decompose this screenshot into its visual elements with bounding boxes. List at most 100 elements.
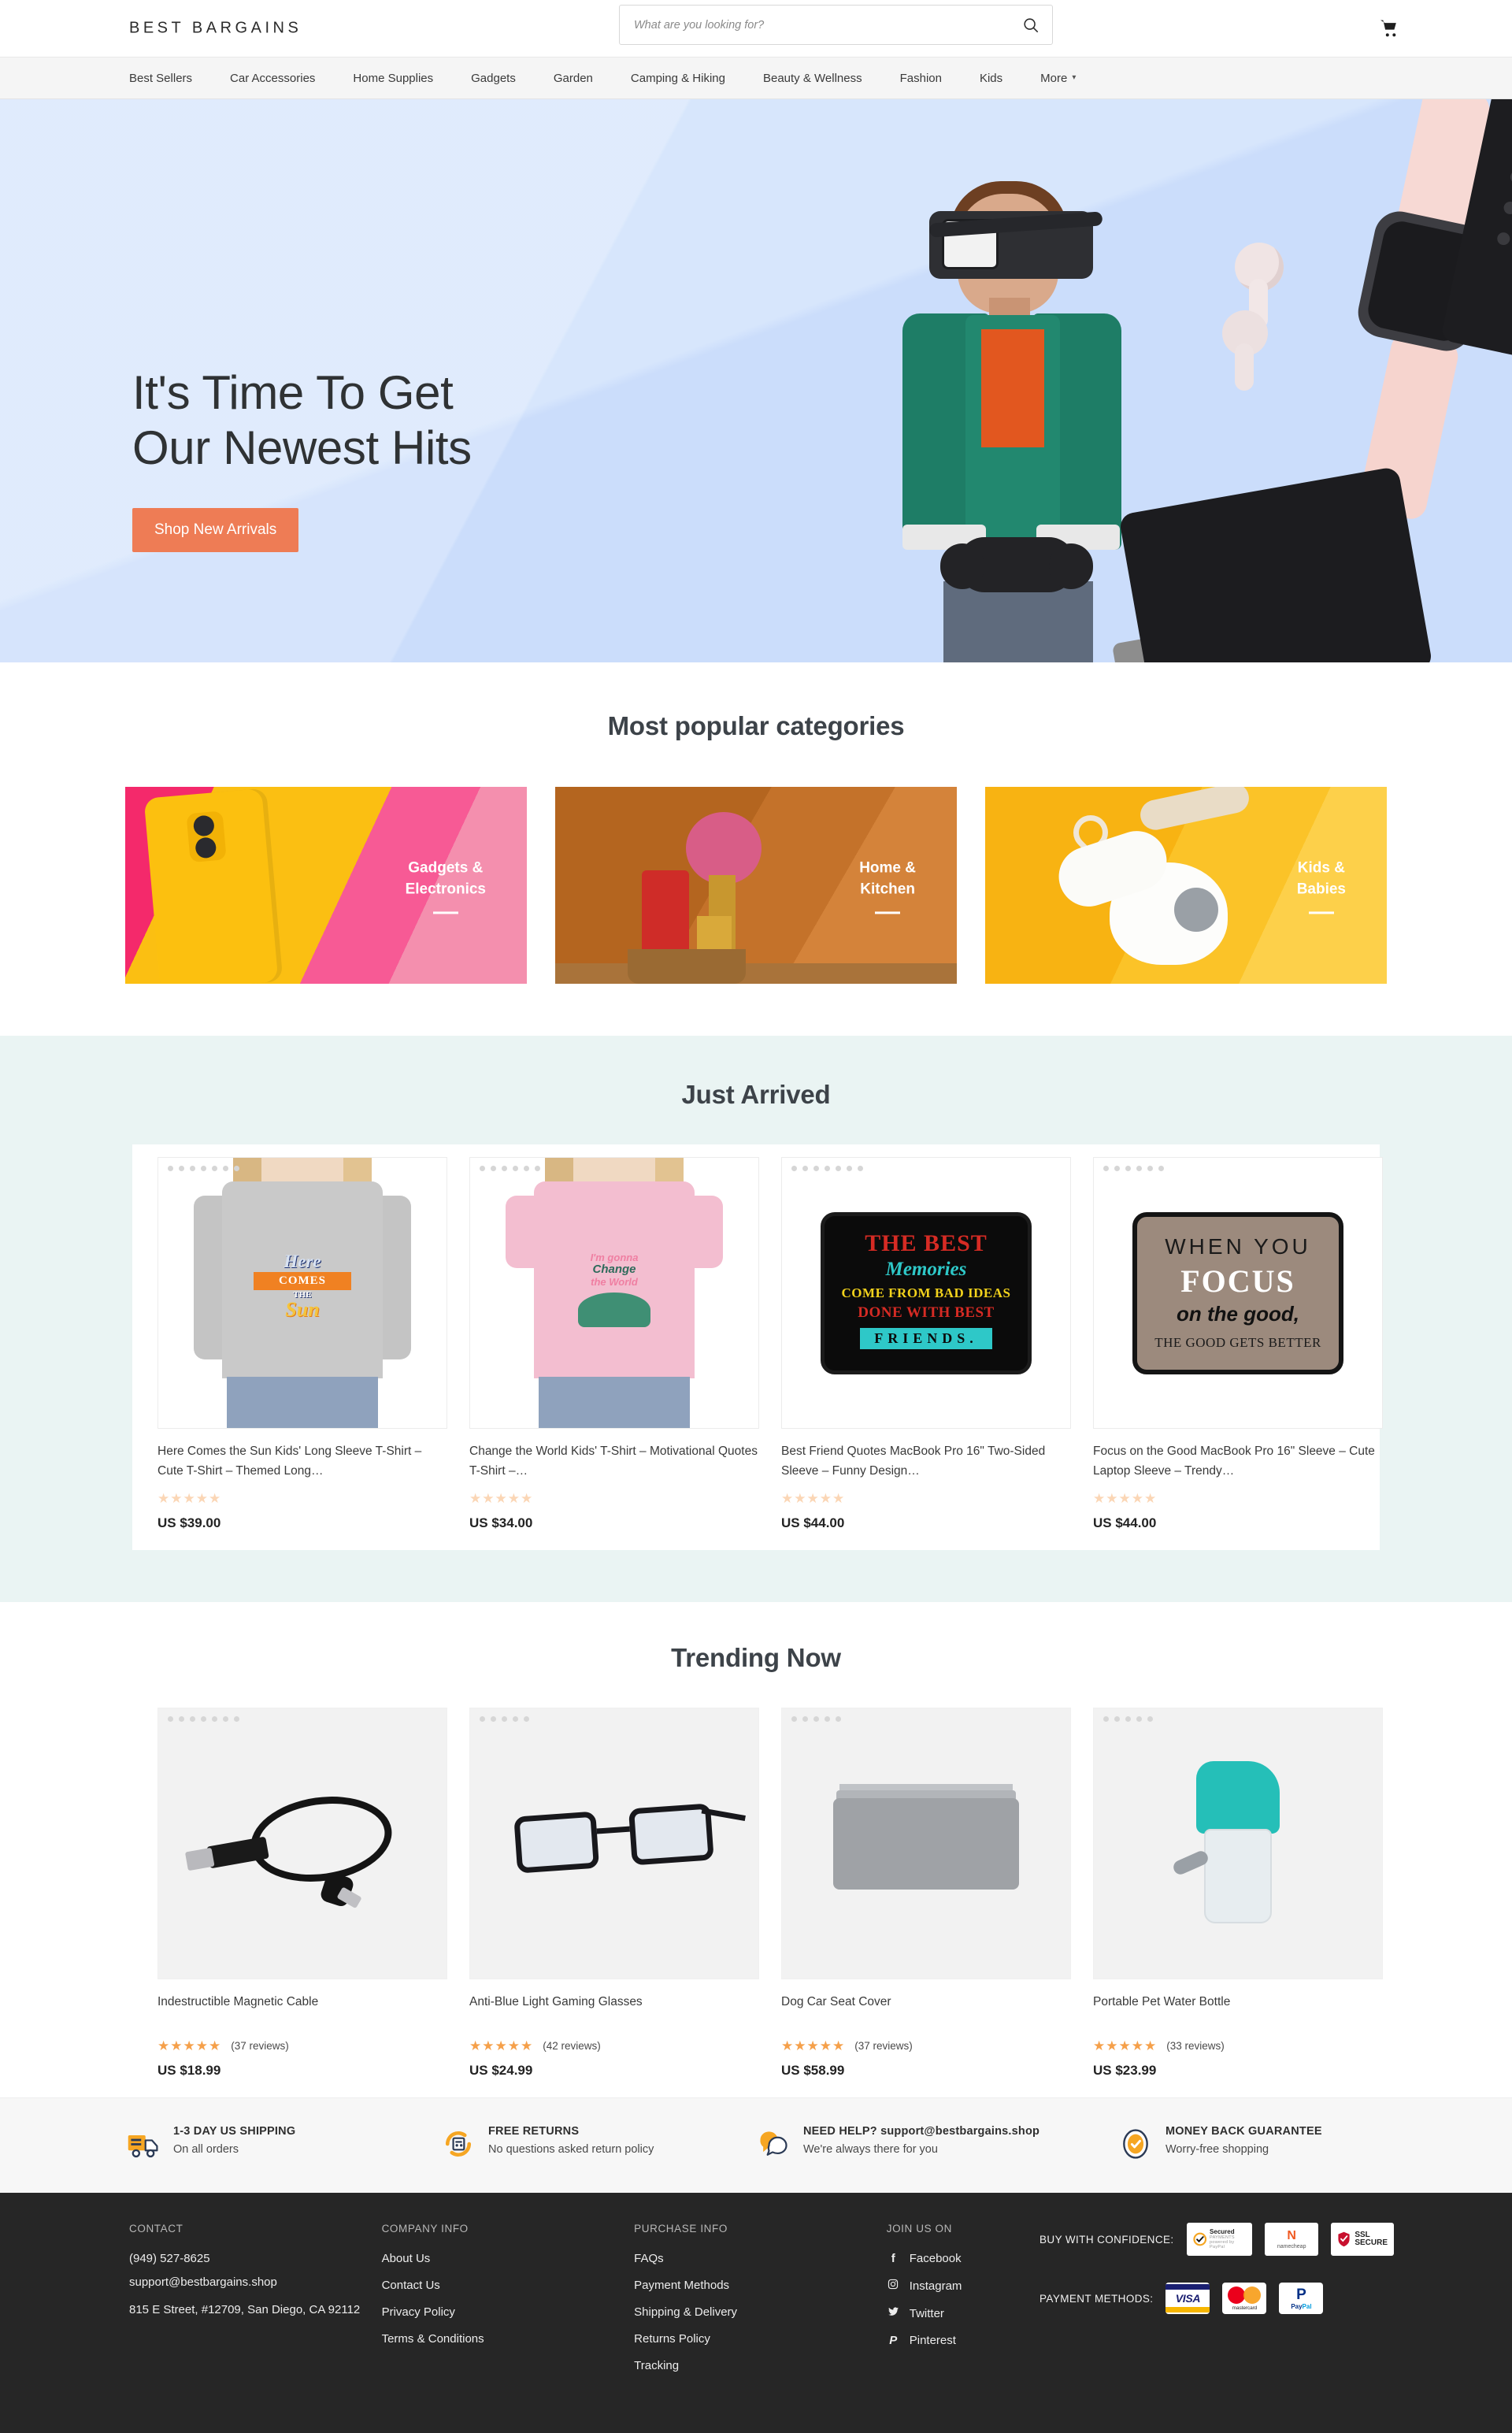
buy-with-confidence-label: BUY WITH CONFIDENCE: — [1040, 2233, 1174, 2246]
benefit-text: FREE RETURNS No questions asked return p… — [488, 2125, 654, 2156]
model-legs — [943, 581, 1093, 662]
laptop-sleeve-artwork: WHEN YOU FOCUS on the good, THE GOOD GET… — [1132, 1211, 1343, 1374]
category-card-home-kitchen[interactable]: Home & Kitchen — [555, 787, 957, 984]
footer-link-tracking[interactable]: Tracking — [634, 2359, 887, 2372]
nav-label: Garden — [553, 71, 593, 85]
benefit-title: 1-3 DAY US SHIPPING — [173, 2125, 296, 2138]
benefit-subtitle: We're always there for you — [803, 2143, 938, 2156]
benefit-returns: FREE RETURNS No questions asked return p… — [441, 2125, 756, 2161]
tshirt-graphic: I'm gonna Change the World — [565, 1252, 663, 1339]
social-link-facebook[interactable]: f Facebook — [887, 2252, 1040, 2265]
product-card[interactable]: Here COMES THE Sun Here Comes the Sun Ki… — [146, 1157, 458, 1531]
product-card[interactable]: I'm gonna Change the World Change the Wo… — [458, 1157, 770, 1531]
model-shirt-front — [981, 329, 1044, 447]
product-title: Best Friend Quotes MacBook Pro 16" Two-S… — [781, 1445, 1046, 1478]
cart-button[interactable] — [1379, 19, 1400, 39]
nav-item-best-sellers[interactable]: Best Sellers — [129, 72, 192, 85]
buy-with-confidence-row: BUY WITH CONFIDENCE: Secured PAYMENTS po… — [1040, 2223, 1395, 2256]
benefit-title: FREE RETURNS — [488, 2125, 580, 2138]
category-underline — [875, 911, 901, 914]
product-image[interactable] — [158, 1708, 447, 1979]
nav-item-beauty-wellness[interactable]: Beauty & Wellness — [763, 72, 862, 85]
trending-panel: Indestructible Magnetic Cable ★★★★★ (37 … — [132, 1708, 1383, 2079]
visa-wordmark: VISA — [1175, 2292, 1201, 2305]
visa-logo: VISA — [1166, 2283, 1210, 2314]
just-arrived-section: Just Arrived Here COMES THE Sun Here Com… — [0, 1036, 1512, 1602]
social-link-twitter[interactable]: Twitter — [887, 2306, 1040, 2320]
review-count: (37 reviews) — [854, 2040, 913, 2052]
footer-link-contact-us[interactable]: Contact Us — [382, 2279, 635, 2292]
site-logo[interactable]: BEST BARGAINS — [129, 20, 302, 38]
stars-glyph: ★★★★★ — [469, 1491, 534, 1506]
product-card[interactable]: Indestructible Magnetic Cable ★★★★★ (37 … — [146, 1708, 458, 2079]
footer-link-shipping-delivery[interactable]: Shipping & Delivery — [634, 2305, 887, 2319]
product-card[interactable]: Anti-Blue Light Gaming Glasses ★★★★★ (42… — [458, 1708, 770, 2079]
nav-label: Kids — [979, 71, 1003, 85]
nav-item-fashion[interactable]: Fashion — [900, 72, 942, 85]
nav-label: Beauty & Wellness — [762, 71, 862, 85]
footer-link-privacy-policy[interactable]: Privacy Policy — [382, 2305, 635, 2319]
nav-item-garden[interactable]: Garden — [554, 72, 593, 85]
product-title: Focus on the Good MacBook Pro 16" Sleeve… — [1093, 1445, 1375, 1478]
category-card-kids-babies[interactable]: Kids & Babies — [985, 787, 1387, 984]
social-link-pinterest[interactable]: P Pinterest — [887, 2334, 1040, 2347]
product-image[interactable] — [469, 1708, 759, 1979]
chevron-down-icon: ▾ — [1072, 73, 1077, 82]
image-dots — [480, 1166, 540, 1171]
nav-item-home-supplies[interactable]: Home Supplies — [353, 72, 433, 85]
nav-item-more[interactable]: More ▾ — [1040, 72, 1076, 85]
footer-link-faqs[interactable]: FAQs — [634, 2252, 887, 2265]
tshirt-artwork: I'm gonna Change the World — [496, 1158, 732, 1428]
product-card[interactable]: Dog Car Seat Cover ★★★★★ (37 reviews) US… — [770, 1708, 1082, 2079]
category-card-gadgets-electronics[interactable]: Gadgets & Electronics — [125, 787, 527, 984]
tshirt-graphic: Here COMES THE Sun — [254, 1252, 351, 1339]
category-underline — [1308, 911, 1334, 914]
stars-glyph: ★★★★★ — [781, 1491, 846, 1506]
footer-link-payment-methods[interactable]: Payment Methods — [634, 2279, 887, 2292]
product-image[interactable]: THE BEST Memories COME FROM BAD IDEAS DO… — [781, 1157, 1071, 1429]
guarantee-icon — [1123, 2129, 1148, 2159]
paypal-mark: P — [1296, 2286, 1306, 2303]
benefits-row: 1-3 DAY US SHIPPING On all orders FREE R… — [0, 2125, 1512, 2161]
nav-item-camping-hiking[interactable]: Camping & Hiking — [631, 72, 725, 85]
trending-title: Trending Now — [671, 1643, 841, 1672]
product-card[interactable]: WHEN YOU FOCUS on the good, THE GOOD GET… — [1082, 1157, 1394, 1531]
footer-column-purchase: PURCHASE INFO FAQs Payment Methods Shipp… — [634, 2223, 887, 2386]
product-card[interactable]: THE BEST Memories COME FROM BAD IDEAS DO… — [770, 1157, 1082, 1531]
product-image[interactable] — [1093, 1708, 1383, 1979]
nav-item-gadgets[interactable]: Gadgets — [471, 72, 516, 85]
category-label: Gadgets & Electronics — [406, 835, 486, 935]
footer-heading: COMPANY INFO — [381, 2223, 469, 2235]
product-image[interactable]: Here COMES THE Sun — [158, 1157, 447, 1429]
search-bar[interactable] — [619, 5, 1053, 45]
category-label: Home & Kitchen — [859, 835, 916, 935]
rating-stars: ★★★★★ — [158, 1492, 447, 1505]
product-image[interactable]: I'm gonna Change the World — [469, 1157, 759, 1429]
search-button[interactable] — [1010, 6, 1052, 44]
facebook-icon: f — [891, 2252, 895, 2265]
footer-link-about-us[interactable]: About Us — [382, 2252, 635, 2265]
product-card[interactable]: Portable Pet Water Bottle ★★★★★ (33 revi… — [1082, 1708, 1394, 2079]
social-link-instagram[interactable]: Instagram — [887, 2279, 1040, 2293]
gamepad-icon — [940, 537, 1093, 592]
benefit-subtitle: Worry-free shopping — [1166, 2143, 1269, 2156]
social-label: Facebook — [909, 2252, 962, 2265]
mastercard-wordmark: mastercard — [1232, 2305, 1258, 2311]
trending-now-section: Trending Now Indestructible Magnetic Cab… — [0, 1602, 1512, 2097]
sleeve-line-4: THE GOOD GETS BETTER — [1154, 1334, 1321, 1350]
footer-email[interactable]: support@bestbargains.shop — [129, 2275, 382, 2289]
nav-item-kids[interactable]: Kids — [980, 72, 1002, 85]
benefit-subtitle: No questions asked return policy — [488, 2143, 654, 2156]
footer-phone[interactable]: (949) 527-8625 — [129, 2252, 382, 2265]
stars-glyph: ★★★★★ — [158, 2038, 222, 2053]
footer-link-terms-conditions[interactable]: Terms & Conditions — [382, 2332, 635, 2346]
shop-new-arrivals-button[interactable]: Shop New Arrivals — [132, 508, 299, 553]
nav-item-car-accessories[interactable]: Car Accessories — [230, 72, 315, 85]
earbud-one — [1235, 243, 1284, 329]
product-image[interactable]: WHEN YOU FOCUS on the good, THE GOOD GET… — [1093, 1157, 1383, 1429]
check-circle-icon — [1192, 2232, 1206, 2246]
mastercard-logo: mastercard — [1222, 2283, 1267, 2314]
footer-link-returns-policy[interactable]: Returns Policy — [634, 2332, 887, 2346]
search-input[interactable] — [620, 18, 1010, 32]
product-image[interactable] — [781, 1708, 1071, 1979]
